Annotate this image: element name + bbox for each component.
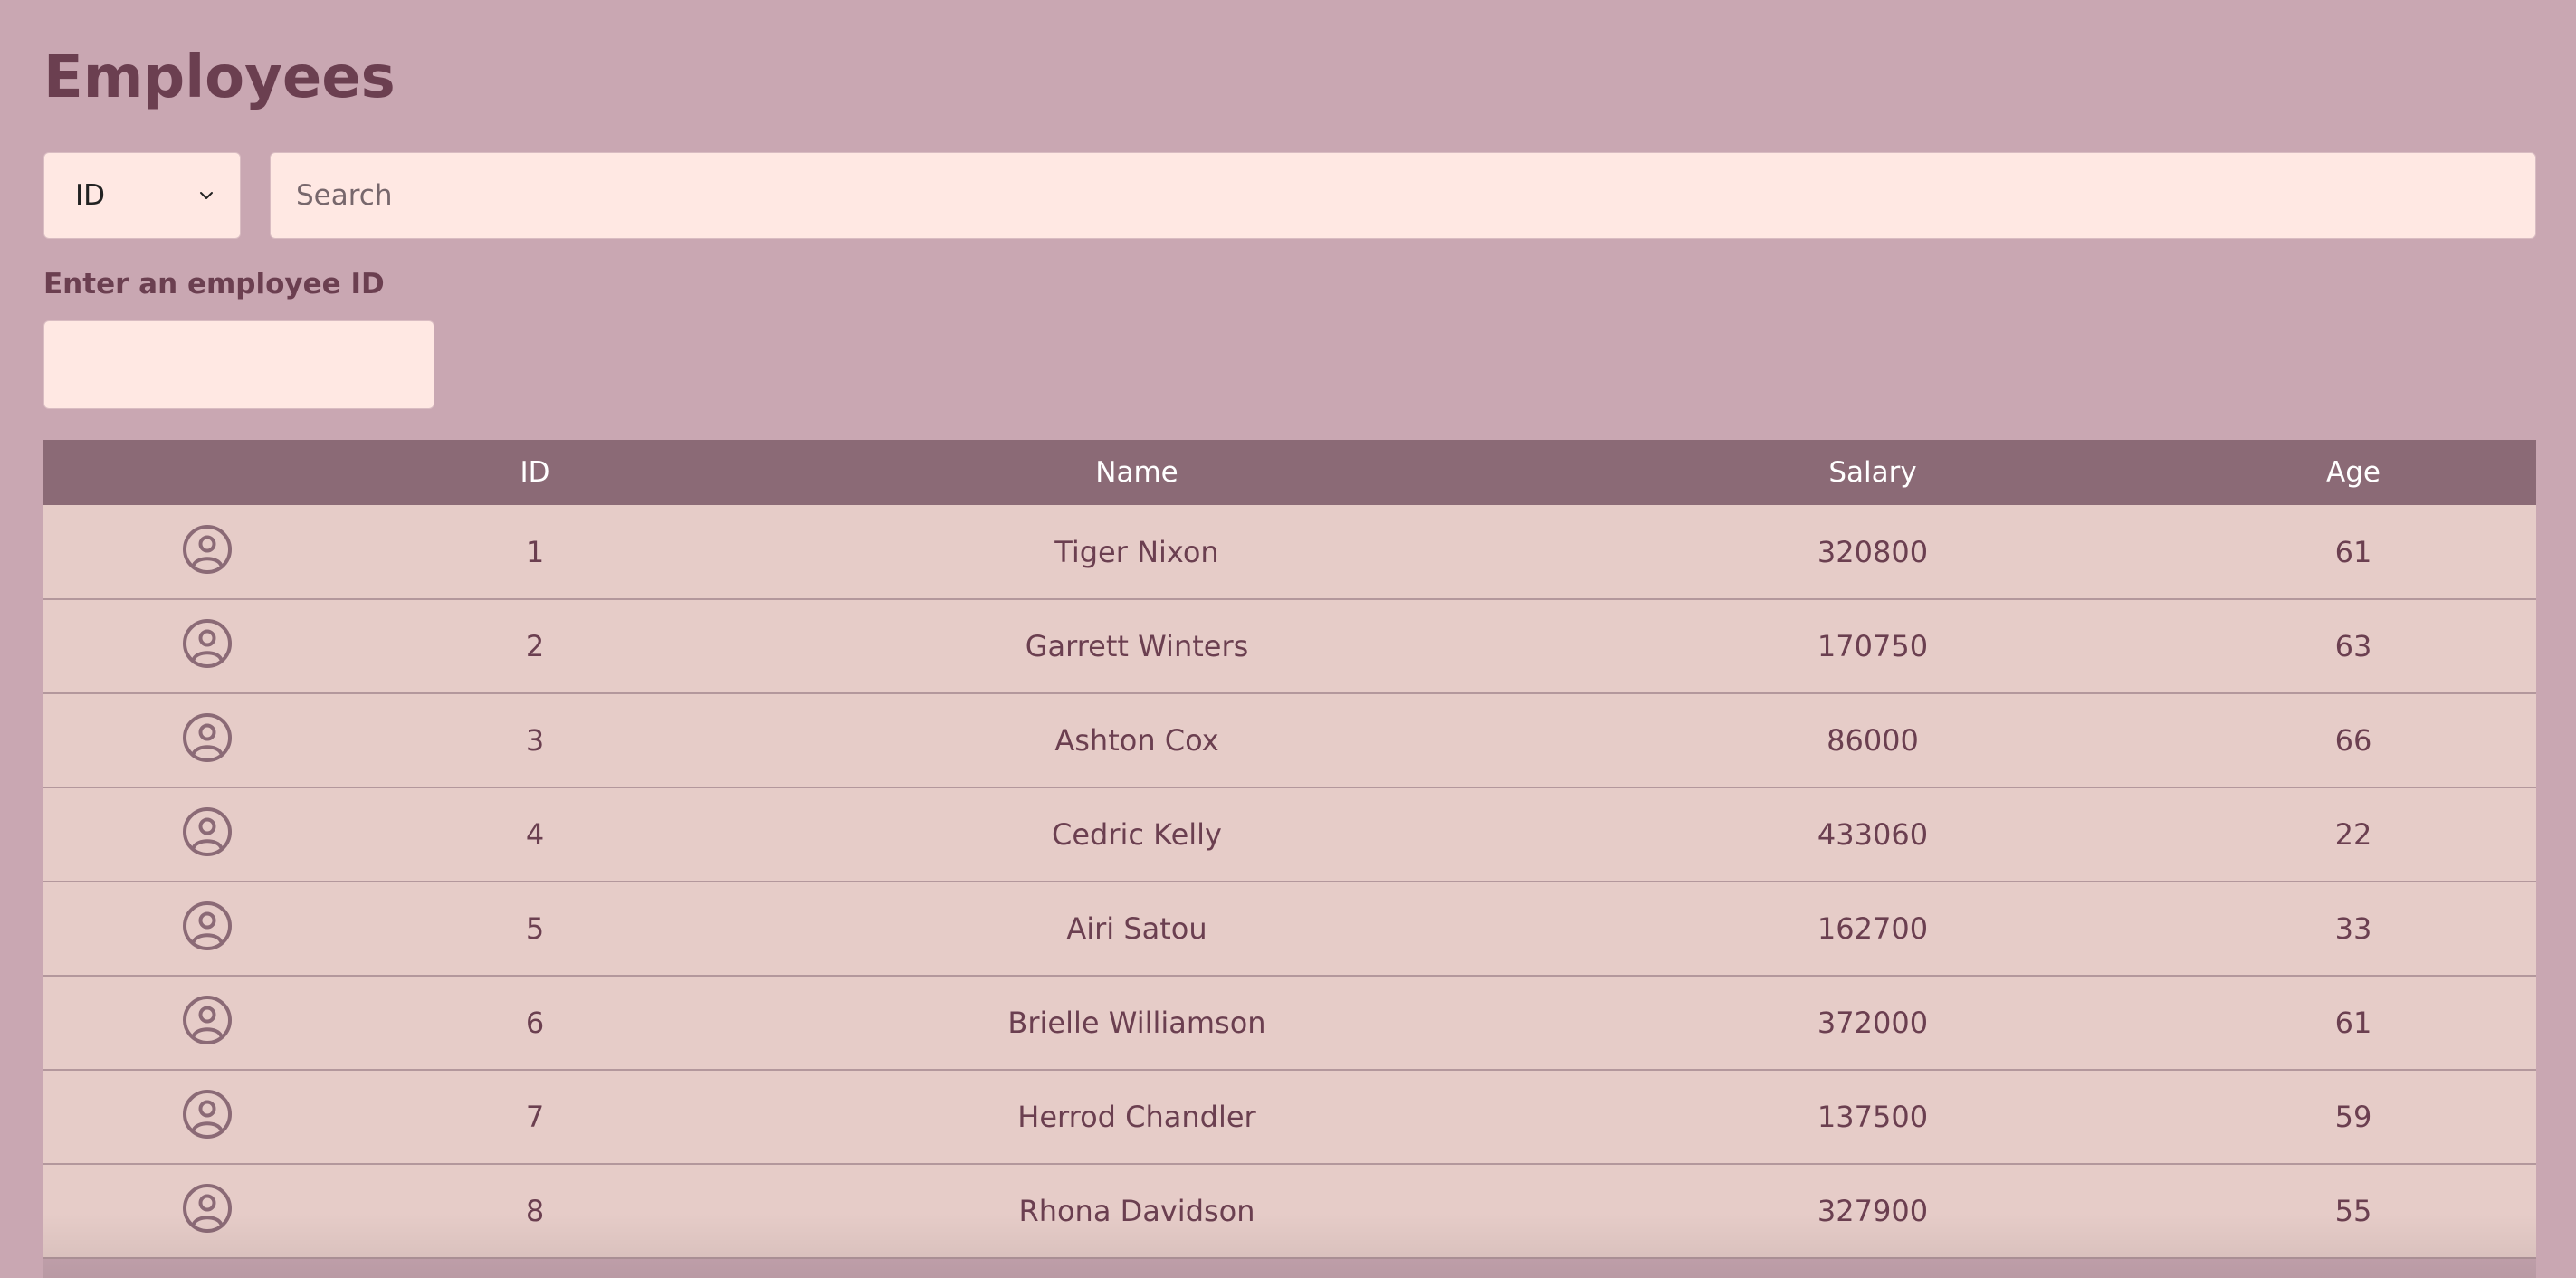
row-age: 59 [2334, 1100, 2372, 1134]
column-header-name[interactable]: Name [699, 440, 1575, 505]
table-row[interactable]: 3 Ashton Cox 86000 66 [43, 693, 2536, 787]
row-age: 33 [2334, 911, 2372, 946]
user-circle-icon [183, 1090, 232, 1139]
user-circle-icon [183, 524, 232, 574]
row-age: 61 [2334, 1006, 2372, 1040]
row-name: Herrod Chandler [1017, 1100, 1256, 1134]
row-name: Brielle Williamson [1007, 1006, 1266, 1040]
employee-id-input[interactable] [43, 320, 434, 409]
row-id: 4 [525, 817, 545, 852]
row-salary: 327900 [1817, 1194, 1929, 1228]
column-header-salary[interactable]: Salary [1575, 440, 2171, 505]
row-age: 66 [2334, 723, 2372, 758]
row-salary: 170750 [1817, 629, 1929, 663]
table-row[interactable]: 2 Garrett Winters 170750 63 [43, 599, 2536, 693]
row-salary: 372000 [1817, 1006, 1929, 1040]
employees-table: ID Name Salary Age 1 Tiger Nixon 320800 61 2… [43, 440, 2536, 1259]
row-age: 22 [2334, 817, 2372, 852]
row-avatar-cell [43, 693, 371, 787]
row-avatar-cell [43, 1164, 371, 1258]
user-circle-icon [183, 619, 232, 668]
column-header-id[interactable]: ID [371, 440, 699, 505]
filter-field-select[interactable]: ID [43, 152, 241, 239]
user-circle-icon [183, 807, 232, 856]
row-name: Garrett Winters [1025, 629, 1249, 663]
row-name: Ashton Cox [1054, 723, 1219, 758]
chevron-down-icon [200, 192, 213, 199]
row-age: 55 [2334, 1194, 2372, 1228]
column-header-avatar [43, 440, 371, 505]
row-avatar-cell [43, 787, 371, 882]
row-age: 63 [2334, 629, 2372, 663]
row-name: Cedric Kelly [1052, 817, 1222, 852]
user-circle-icon [183, 1184, 232, 1233]
row-salary: 320800 [1817, 534, 1929, 569]
row-id: 3 [525, 723, 545, 758]
row-id: 8 [525, 1194, 545, 1228]
row-id: 5 [525, 911, 545, 946]
row-avatar-cell [43, 976, 371, 1070]
table-row[interactable]: 1 Tiger Nixon 320800 61 [43, 505, 2536, 599]
table-row[interactable]: 5 Airi Satou 162700 33 [43, 882, 2536, 976]
user-circle-icon [183, 996, 232, 1044]
row-salary: 162700 [1817, 911, 1929, 946]
row-salary: 86000 [1827, 723, 1919, 758]
table-row[interactable]: 7 Herrod Chandler 137500 59 [43, 1070, 2536, 1164]
column-header-age[interactable]: Age [2171, 440, 2536, 505]
filter-row: ID [43, 152, 2536, 241]
row-age: 61 [2334, 534, 2372, 569]
employee-id-label: Enter an employee ID [43, 268, 385, 300]
user-circle-icon [183, 713, 232, 762]
table-header-row: ID Name Salary Age [43, 440, 2536, 505]
row-name: Rhona Davidson [1018, 1194, 1255, 1228]
table-row[interactable]: 4 Cedric Kelly 433060 22 [43, 787, 2536, 882]
page-title: Employees [43, 44, 396, 111]
row-avatar-cell [43, 1070, 371, 1164]
row-id: 2 [525, 629, 545, 663]
row-id: 7 [525, 1100, 545, 1134]
row-id: 6 [525, 1006, 545, 1040]
table-row[interactable]: 6 Brielle Williamson 372000 61 [43, 976, 2536, 1070]
row-name: Tiger Nixon [1054, 534, 1219, 569]
filter-field-select-value: ID [75, 179, 106, 212]
row-salary: 433060 [1817, 817, 1929, 852]
row-avatar-cell [43, 599, 371, 693]
row-id: 1 [525, 534, 545, 569]
table-body: 1 Tiger Nixon 320800 61 2 Garrett Winters 1707… [43, 505, 2536, 1258]
row-avatar-cell [43, 505, 371, 599]
search-input[interactable] [270, 152, 2536, 239]
row-name: Airi Satou [1066, 911, 1207, 946]
table-row[interactable]: 8 Rhona Davidson 327900 55 [43, 1164, 2536, 1258]
user-circle-icon [183, 901, 232, 950]
row-avatar-cell [43, 882, 371, 976]
row-salary: 137500 [1817, 1100, 1929, 1134]
